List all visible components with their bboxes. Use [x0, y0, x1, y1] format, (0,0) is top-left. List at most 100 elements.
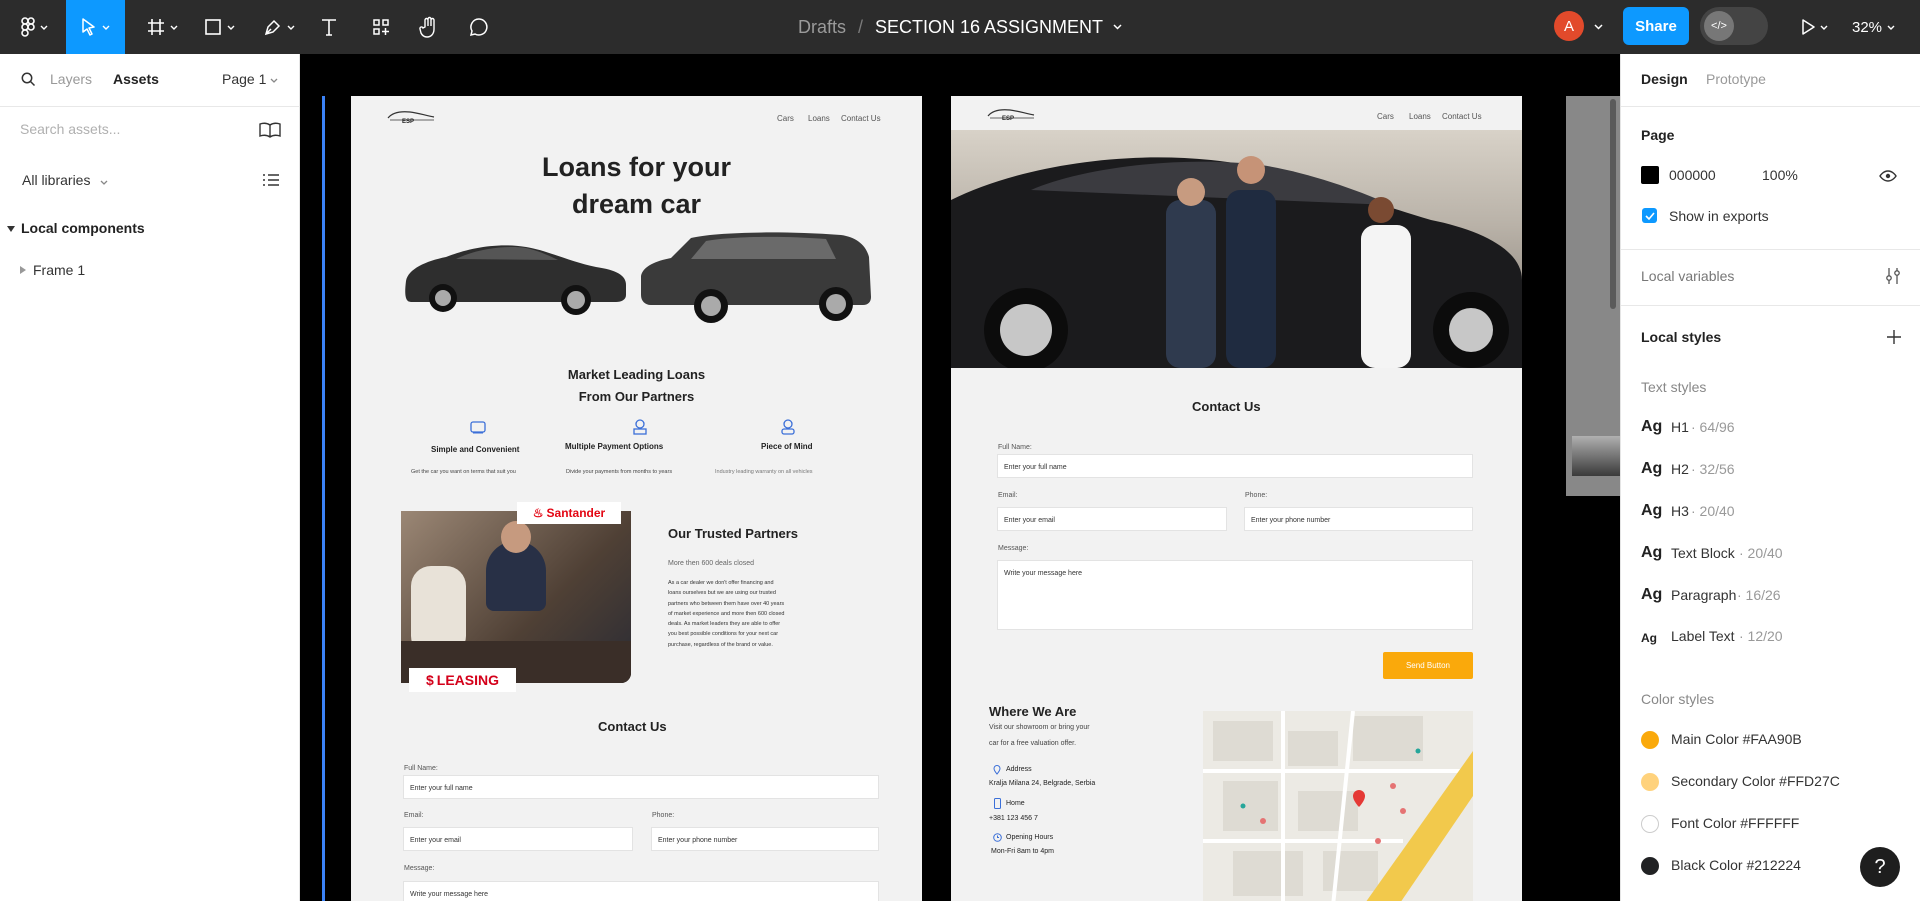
message-input[interactable]: Write your message here	[997, 560, 1473, 630]
move-tool[interactable]	[66, 0, 125, 54]
search-assets-input[interactable]: Search assets...	[20, 121, 120, 137]
component-frame-1[interactable]: Frame 1	[33, 262, 85, 278]
chevron-down-icon[interactable]	[100, 180, 108, 185]
tab-design[interactable]: Design	[1641, 71, 1688, 87]
text-style-label-text[interactable]: Ag Label Text · 12/20	[1641, 628, 1783, 647]
show-in-exports-label: Show in exports	[1669, 208, 1769, 224]
color-style-font[interactable]: Font Color #FFFFFF	[1671, 815, 1799, 831]
text-icon	[322, 19, 336, 36]
message-input[interactable]: Write your message here	[403, 881, 879, 901]
help-button[interactable]: ?	[1860, 847, 1900, 887]
shape-tool[interactable]	[198, 0, 240, 54]
text-style-h2[interactable]: Ag H2 · 32/56	[1641, 460, 1735, 478]
frame-tool[interactable]	[140, 0, 184, 54]
text-style-h1[interactable]: Ag H1 · 64/96	[1641, 418, 1735, 436]
full-name-label: Full Name:	[998, 444, 1032, 451]
caret-right-icon[interactable]	[20, 266, 26, 274]
phone-input[interactable]: Enter your phone number	[1244, 507, 1473, 531]
breadcrumb-separator: /	[857, 16, 863, 37]
phone-label: Phone:	[652, 812, 675, 819]
frame-loans-page[interactable]: ESP Cars Loans Contact Us Loans for your…	[351, 96, 922, 901]
pen-tool[interactable]	[258, 0, 300, 54]
chevron-down-icon[interactable]	[1113, 24, 1122, 30]
list-view-icon[interactable]	[263, 173, 279, 187]
font-color-swatch	[1641, 815, 1659, 833]
chevron-down-icon[interactable]	[270, 78, 278, 83]
show-in-exports-checkbox[interactable]	[1642, 208, 1657, 223]
main-menu-button[interactable]	[14, 0, 54, 54]
full-name-label: Full Name:	[404, 765, 438, 772]
page-selector[interactable]: Page 1	[222, 71, 266, 87]
feature-1-text: Get the car you want on terms that suit …	[411, 469, 516, 475]
search-icon[interactable]	[21, 72, 36, 87]
location-map[interactable]	[1203, 711, 1473, 901]
nav-cars[interactable]: Cars	[1377, 112, 1394, 121]
feature-1-title: Simple and Convenient	[431, 445, 520, 454]
where-we-are-title: Where We Are	[989, 704, 1077, 719]
cursor-icon	[82, 18, 95, 36]
avatar[interactable]: A	[1554, 11, 1584, 41]
chevron-down-icon	[170, 25, 177, 30]
chevron-down-icon	[102, 25, 110, 30]
tab-layers[interactable]: Layers	[50, 71, 92, 87]
libraries-filter[interactable]: All libraries	[22, 172, 90, 188]
figma-editor: Drafts / SECTION 16 ASSIGNMENT A Share <…	[0, 0, 1920, 901]
nav-loans[interactable]: Loans	[1409, 112, 1431, 121]
tab-assets[interactable]: Assets	[113, 71, 159, 87]
where-text-line-1: Visit our showroom or bring your	[989, 724, 1090, 731]
hand-tool[interactable]	[416, 0, 442, 54]
nav-contact[interactable]: Contact Us	[1442, 112, 1482, 121]
color-style-black[interactable]: Black Color #212224	[1671, 857, 1801, 873]
drafts-link[interactable]: Drafts	[798, 17, 846, 38]
divider	[1621, 249, 1920, 250]
color-style-main[interactable]: Main Color #FAA90B	[1671, 731, 1802, 747]
play-icon	[1801, 19, 1815, 35]
comment-tool[interactable]	[466, 0, 492, 54]
dev-mode-toggle[interactable]: </>	[1700, 7, 1768, 45]
canvas-scrollbar[interactable]	[1610, 99, 1616, 309]
suv-car-image	[641, 232, 871, 323]
background-hex[interactable]: 000000	[1669, 167, 1716, 183]
eye-icon[interactable]	[1879, 170, 1897, 182]
plus-icon[interactable]	[1887, 330, 1901, 344]
background-color-swatch[interactable]	[1641, 166, 1659, 184]
tab-prototype[interactable]: Prototype	[1706, 71, 1766, 87]
email-input[interactable]: Enter your email	[997, 507, 1227, 531]
file-name[interactable]: SECTION 16 ASSIGNMENT	[875, 17, 1103, 38]
full-name-input[interactable]: Enter your full name	[403, 775, 879, 799]
email-input[interactable]: Enter your email	[403, 827, 633, 851]
nav-cars[interactable]: Cars	[777, 114, 794, 123]
library-book-icon[interactable]	[259, 122, 281, 138]
share-button[interactable]: Share	[1623, 7, 1689, 45]
canvas[interactable]: ESP Cars Loans Contact Us Loans for your…	[300, 54, 1620, 901]
resources-icon	[373, 19, 389, 35]
phone-input[interactable]: Enter your phone number	[651, 827, 879, 851]
full-name-input[interactable]: Enter your full name	[997, 454, 1473, 478]
frame-contact-page[interactable]: ESP Cars Loans Contact Us Contact Us Ful…	[951, 96, 1522, 901]
resources-tool[interactable]	[368, 0, 394, 54]
nav-contact[interactable]: Contact Us	[841, 114, 881, 123]
color-style-secondary[interactable]: Secondary Color #FFD27C	[1671, 773, 1840, 789]
text-style-h3[interactable]: Ag H3 · 20/40	[1641, 502, 1735, 520]
map-streets	[1203, 711, 1473, 901]
send-button[interactable]: Send Button	[1383, 652, 1473, 679]
email-label: Email:	[998, 492, 1018, 499]
contact-title: Contact Us	[1192, 399, 1261, 414]
phone-label: Phone:	[1245, 492, 1268, 499]
variables-sliders-icon[interactable]	[1885, 267, 1901, 285]
local-components-heading[interactable]: Local components	[21, 220, 145, 236]
esp-logo-text: ESP	[1002, 116, 1015, 122]
text-style-paragraph[interactable]: Ag Paragraph · 16/26	[1641, 586, 1781, 604]
opening-hours-value: Mon-Fri 8am to 4pm	[991, 848, 1055, 855]
local-variables[interactable]: Local variables	[1641, 268, 1734, 284]
zoom-dropdown[interactable]: 32%	[1852, 0, 1895, 54]
text-tool[interactable]	[316, 0, 342, 54]
background-opacity[interactable]: 100%	[1762, 167, 1798, 183]
present-button[interactable]	[1796, 0, 1832, 54]
where-text-line-2: car for a free valuation offer.	[989, 740, 1077, 747]
nav-loans[interactable]: Loans	[808, 114, 830, 123]
divider	[1621, 106, 1920, 107]
caret-down-icon[interactable]	[7, 225, 15, 233]
chevron-down-icon[interactable]	[1594, 24, 1603, 30]
text-style-text-block[interactable]: Ag Text Block · 20/40	[1641, 544, 1783, 562]
